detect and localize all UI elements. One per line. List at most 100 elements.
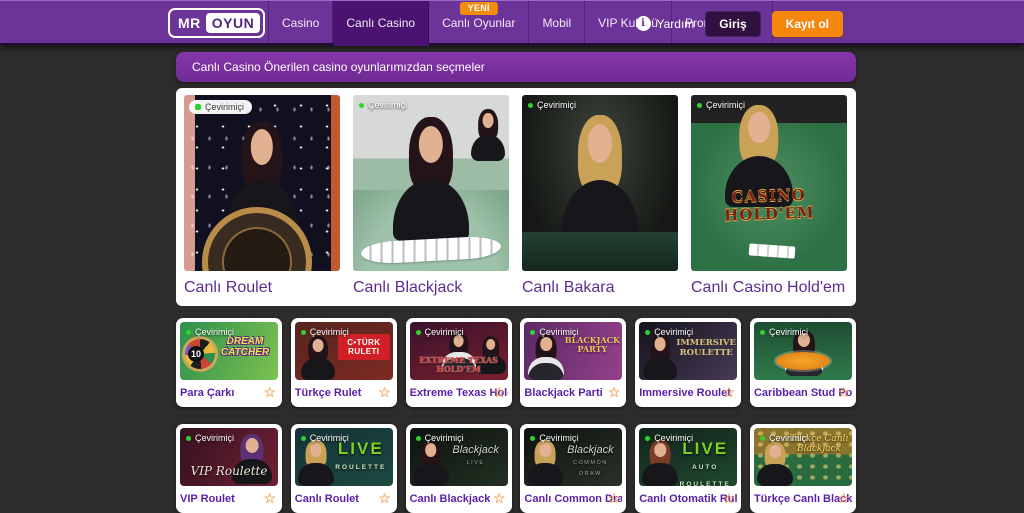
online-dot-icon [186, 330, 191, 335]
online-badge: Çevirimiçi [697, 100, 745, 110]
dealer-figure [527, 440, 563, 486]
logo-mr: MR [173, 15, 206, 31]
favorite-star-icon[interactable]: ☆ [608, 385, 621, 399]
dealer-figure [642, 440, 678, 486]
game-card-turkce-rulet[interactable]: Çevirimiçi C•TÜRK RULETI Türkçe Rulet ☆ [291, 318, 397, 407]
favorite-star-icon[interactable]: ☆ [263, 491, 276, 505]
nav-item-canli-oyunlar[interactable]: YENİ Canlı Oyunlar [429, 1, 529, 46]
featured-tile-canli-casino-holdem[interactable]: Çevirimiçi CASINO HOLD'EM Canlı Casino H… [691, 95, 847, 306]
online-badge: Çevirimiçi [359, 100, 407, 110]
nav-item-canli-casino[interactable]: Canlı Casino [333, 1, 429, 46]
dealer-figure [471, 109, 505, 161]
game-card-para-carki[interactable]: Çevirimiçi 10 DREAM CATCHER Para Çarkı ☆ [176, 318, 282, 407]
art-logo-text: LIVE AUTO ROULETTE [676, 440, 734, 486]
holdem-felt-text: CASINO HOLD'EM [691, 184, 847, 225]
game-card-caribbean-stud-poker[interactable]: Çevirimiçi Caribbean Stud Poker ☆ [750, 318, 856, 407]
game-title: Canlı Roulet [184, 279, 340, 297]
online-badge: Çevirimiçi [301, 327, 349, 337]
favorite-star-icon[interactable]: ☆ [378, 491, 391, 505]
online-badge: Çevirimiçi [189, 100, 252, 114]
online-dot-icon [530, 436, 535, 441]
dealer-figure [298, 440, 334, 486]
art-logo-text: VIP Roulette [182, 464, 276, 478]
favorite-star-icon[interactable]: ☆ [263, 385, 276, 399]
online-badge: Çevirimiçi [186, 433, 234, 443]
game-title: Canlı Blackjack [353, 279, 509, 297]
game-card-vip-roulet[interactable]: Çevirimiçi VIP Roulette VIP Roulet ☆ [176, 424, 282, 513]
game-card-extreme-texas-holdem[interactable]: Çevirimiçi EXTREME TEXAS HOLD'EM Extreme… [406, 318, 512, 407]
online-dot-icon [697, 103, 702, 108]
game-card-canli-blackjack[interactable]: Çevirimiçi Blackjack LIVE Canlı Blackjac… [406, 424, 512, 513]
online-dot-icon [186, 436, 191, 441]
help-link[interactable]: i Yardım [636, 16, 695, 31]
favorite-star-icon[interactable]: ☆ [493, 385, 506, 399]
login-button[interactable]: Giriş [705, 11, 760, 37]
game-title: Canlı Bakara [522, 279, 678, 297]
favorite-star-icon[interactable]: ☆ [608, 491, 621, 505]
art-logo-text: C•TÜRK RULETI [338, 334, 390, 360]
online-dot-icon [416, 330, 421, 335]
favorite-star-icon[interactable]: ☆ [493, 491, 506, 505]
game-art: Çevirimiçi 10 DREAM CATCHER [180, 322, 278, 380]
featured-games-card: Çevirimiçi Canlı Roulet Çevirimiçi [176, 88, 856, 306]
game-card-canli-otomatik-rulet[interactable]: Çevirimiçi LIVE AUTO ROULETTE Canlı Otom… [635, 424, 741, 513]
game-card-canli-roulet[interactable]: Çevirimiçi LIVE ROULETTE Canlı Roulet ☆ [291, 424, 397, 513]
featured-tile-canli-bakara[interactable]: Çevirimiçi Canlı Bakara [522, 95, 678, 306]
game-card-blackjack-parti[interactable]: Çevirimiçi BLACKJACK PARTY Blackjack Par… [520, 318, 626, 407]
page: MR OYUN Casino Canlı Casino YENİ Canlı O… [0, 0, 1024, 513]
online-badge: Çevirimiçi [186, 327, 234, 337]
header-actions: i Yardım Giriş Kayıt ol [636, 1, 844, 46]
favorite-star-icon[interactable]: ☆ [837, 385, 850, 399]
game-art: Çevirimiçi [184, 95, 340, 271]
nav-item-mobil[interactable]: Mobil [529, 1, 585, 46]
online-dot-icon [760, 330, 765, 335]
wheel-number: 10 [188, 346, 204, 362]
caribbean-stud-logo [776, 352, 830, 370]
online-badge: Çevirimiçi [416, 327, 464, 337]
dealer-figure [528, 334, 564, 380]
online-dot-icon [528, 103, 533, 108]
game-art: Çevirimiçi LIVE ROULETTE [295, 428, 393, 486]
featured-tile-canli-roulet[interactable]: Çevirimiçi Canlı Roulet [184, 95, 340, 306]
favorite-star-icon[interactable]: ☆ [723, 491, 736, 505]
game-art: Çevirimiçi [353, 95, 509, 271]
online-badge: Çevirimiçi [530, 327, 578, 337]
banner-text: Canlı Casino Önerilen casino oyunlarımız… [192, 60, 485, 74]
online-dot-icon [530, 330, 535, 335]
game-card-turkce-canli-blackjack[interactable]: Çevirimiçi Türkçe Canlı Blackjack Türkçe… [750, 424, 856, 513]
featured-tile-canli-blackjack[interactable]: Çevirimiçi Canlı Blackjack [353, 95, 509, 306]
dealer-figure [643, 334, 677, 380]
game-art: Çevirimiçi LIVE AUTO ROULETTE [639, 428, 737, 486]
logo-oyun: OYUN [206, 13, 260, 33]
game-card-immersive-roulet[interactable]: Çevirimiçi IMMERSIVE ROULETTE Immersive … [635, 318, 741, 407]
online-dot-icon [645, 330, 650, 335]
favorite-star-icon[interactable]: ☆ [378, 385, 391, 399]
game-art: Çevirimiçi CASINO HOLD'EM [691, 95, 847, 271]
art-logo-text: IMMERSIVE ROULETTE [676, 338, 736, 358]
art-logo-text: EXTREME TEXAS HOLD'EM [410, 356, 508, 374]
online-dot-icon [416, 436, 421, 441]
favorite-star-icon[interactable]: ☆ [837, 491, 850, 505]
info-icon: i [636, 16, 651, 31]
art-logo-text: Blackjack COMMON DRAW [560, 444, 620, 480]
online-badge: Çevirimiçi [760, 327, 808, 337]
game-art: Çevirimiçi [522, 95, 678, 271]
game-card-canli-common-draw-blackjack[interactable]: Çevirimiçi Blackjack COMMON DRAW Canlı C… [520, 424, 626, 513]
online-dot-icon [645, 436, 650, 441]
dealer-figure [562, 115, 638, 245]
favorite-star-icon[interactable]: ☆ [723, 385, 736, 399]
game-art: Çevirimiçi IMMERSIVE ROULETTE [639, 322, 737, 380]
dealer-figure [393, 117, 469, 241]
game-art: Çevirimiçi EXTREME TEXAS HOLD'EM [410, 322, 508, 380]
nav-item-casino[interactable]: Casino [268, 1, 333, 46]
game-art: Çevirimiçi VIP Roulette [180, 428, 278, 486]
game-art: Çevirimiçi Türkçe Canlı Blackjack [754, 428, 852, 486]
game-art: Çevirimiçi Blackjack LIVE [410, 428, 508, 486]
top-navbar: MR OYUN Casino Canlı Casino YENİ Canlı O… [0, 0, 1024, 45]
online-badge: Çevirimiçi [301, 433, 349, 443]
game-art: Çevirimiçi [754, 322, 852, 380]
help-label: Yardım [657, 17, 695, 31]
brand-logo[interactable]: MR OYUN [168, 8, 265, 38]
register-button[interactable]: Kayıt ol [772, 11, 843, 37]
game-art: Çevirimiçi BLACKJACK PARTY [524, 322, 622, 380]
